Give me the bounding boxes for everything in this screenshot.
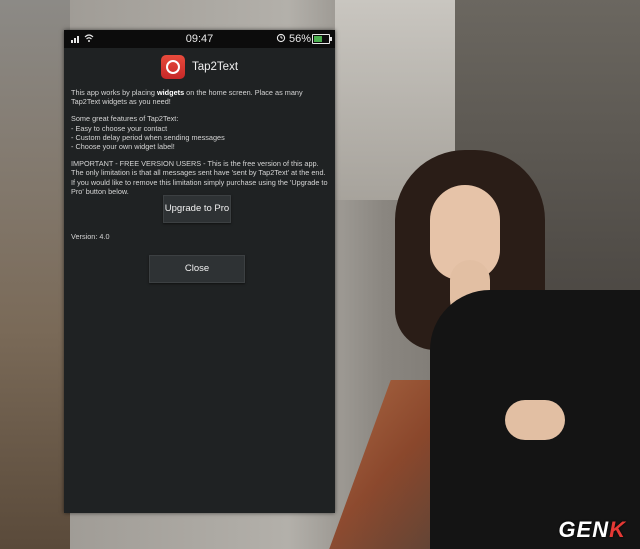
- app-title: Tap2Text: [192, 61, 239, 73]
- upgrade-to-pro-button[interactable]: Upgrade to Pro: [163, 195, 231, 223]
- watermark-main: GEN: [558, 517, 610, 542]
- background-woman-arm-lower: [505, 400, 565, 440]
- version-label: Version: 4.0: [71, 232, 110, 241]
- intro-text-pre: This app works by placing: [71, 88, 157, 97]
- app-icon-ring: [166, 60, 180, 74]
- intro-text-bold: widgets: [156, 88, 185, 97]
- battery-nub: [330, 37, 332, 41]
- features-heading: Some great features of Tap2Text:: [71, 114, 179, 124]
- alarm-icon: [276, 32, 286, 46]
- battery-icon: [312, 34, 332, 44]
- phone-screen: 09:47 56% Tap2Text This app works by pla…: [64, 30, 335, 513]
- battery-percent: 56%: [289, 33, 312, 45]
- tap2text-app-icon: [161, 55, 185, 79]
- feature-item: - Easy to choose your contact: [71, 123, 168, 133]
- important-notice: IMPORTANT - FREE VERSION USERS - This is…: [71, 159, 328, 196]
- dialog-content: This app works by placing widgets on the…: [71, 88, 329, 204]
- close-button[interactable]: Close: [149, 255, 245, 283]
- battery-fill: [314, 36, 322, 42]
- features-block: Some great features of Tap2Text: - Easy …: [71, 114, 329, 151]
- feature-item: - Choose your own widget label!: [71, 142, 175, 152]
- status-bar: 09:47 56%: [64, 30, 335, 48]
- intro-text: This app works by placing widgets on the…: [71, 88, 329, 106]
- app-header: Tap2Text: [64, 52, 335, 82]
- watermark-accent: K: [609, 517, 626, 542]
- genk-watermark-logo: GENK: [558, 517, 626, 543]
- background-building-left: [0, 0, 70, 549]
- feature-item: - Custom delay period when sending messa…: [71, 132, 225, 142]
